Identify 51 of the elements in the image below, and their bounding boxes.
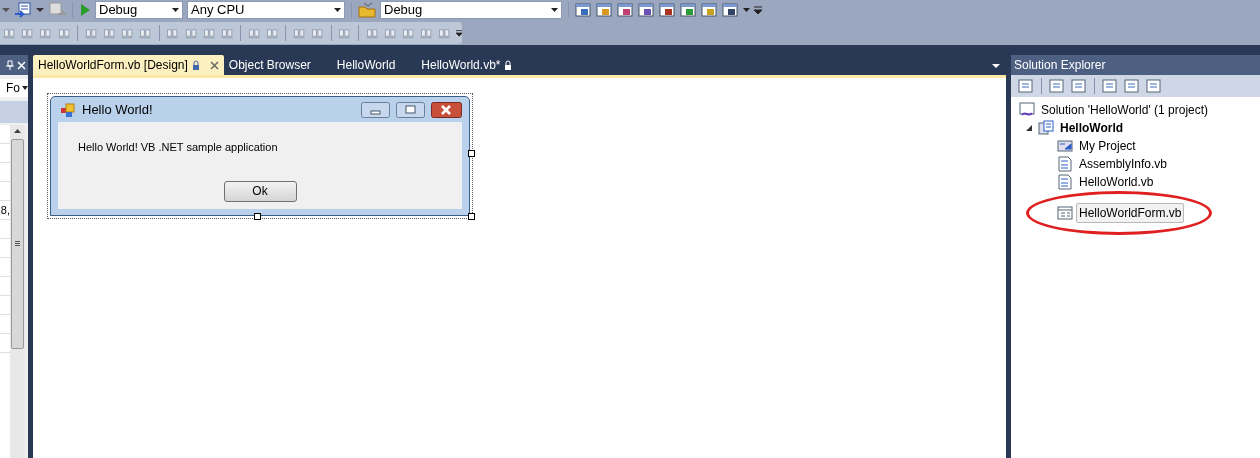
tree-item[interactable]: HelloWorldForm.vb: [1076, 203, 1185, 223]
pin-icon[interactable]: [6, 60, 14, 70]
solution-icon: [1019, 102, 1035, 118]
tab[interactable]: HelloWorld: [331, 55, 401, 75]
dropdown-arrow-icon[interactable]: [22, 86, 28, 90]
combo-box[interactable]: Debug: [95, 1, 183, 19]
expanded-arrow-icon[interactable]: [1026, 125, 1032, 131]
tree-item[interactable]: HelloWorld: [1057, 118, 1127, 138]
app-icon: [60, 101, 76, 118]
dropdown-arrow-icon[interactable]: [992, 64, 1000, 68]
resize-handle[interactable]: [468, 150, 475, 157]
toolbar-overflow-icon[interactable]: [455, 29, 462, 37]
tree-item[interactable]: HelloWorld.vb: [1076, 172, 1157, 192]
panel-title: Solution Explorer: [1014, 57, 1106, 74]
toolbar-strip: [0, 101, 28, 123]
form-window[interactable]: Hello World! Hello World! VB .NET sample application Ok: [50, 96, 470, 216]
form-file-icon: [1057, 205, 1073, 221]
close-icon[interactable]: [431, 101, 462, 118]
scrollbar-thumb[interactable]: [11, 139, 24, 349]
vb-file-icon: [1057, 156, 1073, 172]
tab[interactable]: HelloWorldForm.vb [Design]: [33, 55, 224, 75]
properties-window-icon: [1057, 138, 1073, 154]
dropdown-arrow-icon[interactable]: [172, 8, 179, 12]
close-icon[interactable]: [209, 60, 219, 70]
tab[interactable]: Object Browser: [223, 55, 316, 75]
grip-icon: [15, 241, 20, 247]
scroll-up-icon[interactable]: [14, 129, 21, 133]
resize-handle[interactable]: [468, 213, 475, 220]
dropdown-arrow-icon[interactable]: [743, 8, 750, 12]
form-title: Hello World!: [82, 100, 153, 119]
combo-box[interactable]: Debug: [380, 1, 562, 19]
tree-item[interactable]: AssemblyInfo.vb: [1076, 154, 1171, 174]
combo-box[interactable]: Any CPU: [187, 1, 345, 19]
ok-button[interactable]: Ok: [223, 180, 297, 202]
start-debugging-icon[interactable]: [79, 3, 91, 17]
navigate-back-icon[interactable]: [14, 2, 32, 18]
tree-item[interactable]: My Project: [1076, 136, 1139, 156]
form-label: Hello World! VB .NET sample application: [78, 140, 278, 155]
folder-icon[interactable]: [358, 2, 376, 18]
tab[interactable]: HelloWorld.vb*: [416, 55, 518, 75]
vb-project-icon: [1038, 120, 1054, 136]
dropdown-arrow-icon[interactable]: [334, 8, 341, 12]
resize-handle[interactable]: [254, 213, 261, 220]
dropdown-arrow-icon[interactable]: [551, 8, 558, 12]
scrollbar[interactable]: [10, 125, 25, 458]
tree-item[interactable]: Solution 'HelloWorld' (1 project): [1038, 100, 1212, 120]
toolbar-overflow-icon[interactable]: [754, 6, 762, 14]
vb-file-icon: [1057, 174, 1073, 190]
minimize-icon[interactable]: [361, 101, 390, 118]
maximize-icon[interactable]: [396, 101, 425, 118]
combo-box[interactable]: Fo: [0, 79, 28, 97]
